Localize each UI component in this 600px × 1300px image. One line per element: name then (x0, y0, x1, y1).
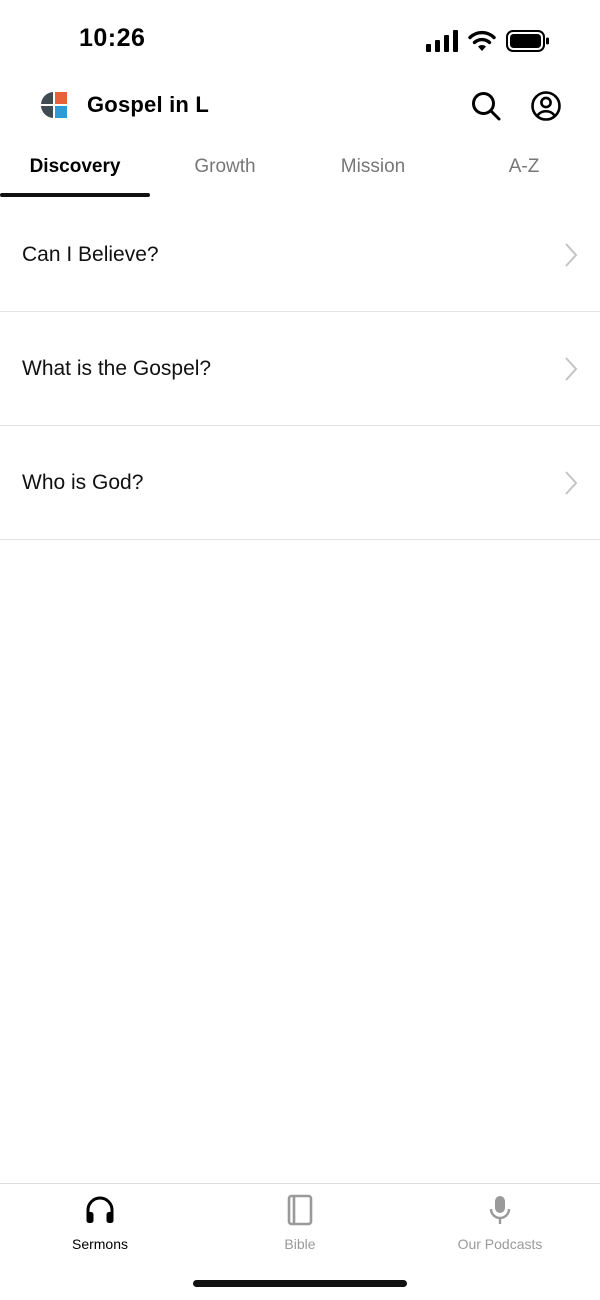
list-item-label: Who is God? (22, 470, 144, 494)
chevron-right-icon (565, 357, 578, 381)
tab-growth[interactable]: Growth (150, 156, 300, 178)
battery-icon (506, 30, 549, 52)
status-bar: 10:26 (0, 0, 600, 80)
nav-bible-label: Bible (284, 1236, 316, 1252)
status-icons (426, 28, 550, 54)
microphone-icon (489, 1196, 511, 1224)
headphones-icon (86, 1196, 114, 1223)
list-item-label: What is the Gospel? (22, 356, 212, 380)
app-header: Gospel in L (0, 80, 600, 136)
app-logo-icon (41, 92, 67, 118)
app-screen: 10:26 Gospel in L Discovery Growth Missi… (0, 0, 600, 1300)
list-item[interactable]: Who is God? (0, 426, 600, 540)
chevron-right-icon (565, 243, 578, 267)
nav-our-podcasts-label: Our Podcasts (457, 1236, 543, 1252)
app-title: Gospel in L (87, 92, 209, 117)
list-item-label: Can I Believe? (22, 242, 159, 266)
list-item[interactable]: What is the Gospel? (0, 312, 600, 426)
nav-sermons-label: Sermons (71, 1236, 129, 1252)
book-icon (287, 1194, 313, 1226)
wifi-icon (468, 30, 496, 51)
status-time: 10:26 (79, 24, 146, 52)
tab-mission[interactable]: Mission (298, 156, 448, 178)
tab-discovery[interactable]: Discovery (0, 156, 150, 178)
nav-bible[interactable]: Bible (200, 1194, 400, 1252)
topic-list: Can I Believe? What is the Gospel? Who i… (0, 198, 600, 540)
home-indicator[interactable] (193, 1280, 407, 1287)
search-icon[interactable] (470, 90, 502, 122)
category-tabs: Discovery Growth Mission A-Z (0, 140, 600, 198)
chevron-right-icon (565, 471, 578, 495)
tab-a-z[interactable]: A-Z (449, 156, 599, 178)
cellular-signal-icon (426, 30, 458, 52)
nav-sermons[interactable]: Sermons (0, 1194, 200, 1252)
list-item[interactable]: Can I Believe? (0, 198, 600, 312)
profile-icon[interactable] (530, 90, 562, 122)
active-tab-indicator (0, 193, 150, 197)
nav-our-podcasts[interactable]: Our Podcasts (400, 1194, 600, 1252)
